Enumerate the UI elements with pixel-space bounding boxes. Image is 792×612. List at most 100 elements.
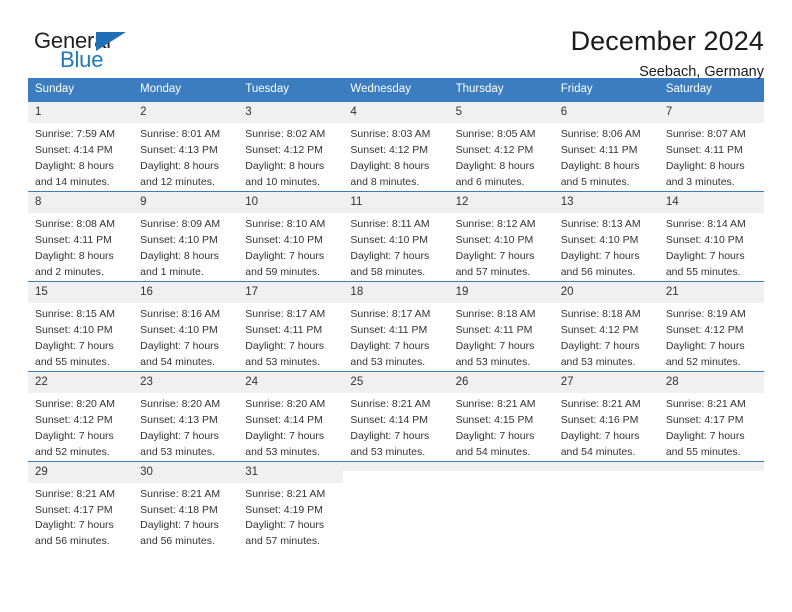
sunrise-time: Sunrise: 8:21 AM [350, 397, 431, 410]
calendar-grid: Sunday Monday Tuesday Wednesday Thursday… [28, 78, 764, 551]
daylight-duration-line2: and 14 minutes. [35, 175, 110, 188]
daylight-duration-line1: Daylight: 8 hours [350, 159, 430, 172]
calendar-day-cell[interactable]: 9 Sunrise: 8:09 AM Sunset: 4:10 PM Daylight… [133, 190, 239, 282]
calendar-day-cell[interactable]: 2 Sunrise: 8:01 AM Sunset: 4:13 PM Daylight… [133, 101, 239, 192]
calendar-day-cell[interactable]: 27 Sunrise: 8:21 AM Sunset: 4:16 PM Dayligh… [553, 370, 659, 461]
weekday-header-wednesday: Wednesday [343, 78, 449, 102]
sunset-time: Sunset: 4:16 PM [560, 413, 639, 426]
day-details: Sunrise: 8:06 AM Sunset: 4:11 PM Daylight:… [554, 123, 659, 191]
calendar-day-cell[interactable]: 6 Sunrise: 8:06 AM Sunset: 4:11 PM Daylight… [553, 101, 659, 192]
daylight-duration-line1: Daylight: 7 hours [350, 249, 430, 262]
sunrise-time: Sunrise: 8:17 AM [245, 307, 326, 320]
calendar-day-cell[interactable]: 15 Sunrise: 8:15 AM Sunset: 4:10 PM Dayligh… [28, 280, 134, 372]
sunset-time: Sunset: 4:15 PM [455, 413, 534, 426]
day-number: 31 [238, 461, 344, 483]
day-number: 24 [238, 371, 344, 393]
sunset-time: Sunset: 4:11 PM [245, 323, 323, 336]
day-number: 18 [343, 281, 449, 303]
calendar-day-cell[interactable]: 31 Sunrise: 8:21 AM Sunset: 4:19 PM Dayligh… [238, 460, 344, 551]
day-number: 21 [658, 281, 764, 303]
sunset-time: Sunset: 4:19 PM [245, 503, 323, 516]
calendar-day-cell-empty [553, 460, 659, 551]
day-details: Sunrise: 8:21 AM Sunset: 4:14 PM Daylight:… [343, 393, 448, 461]
sunrise-time: Sunrise: 8:21 AM [455, 397, 536, 410]
daylight-duration-line1: Daylight: 8 hours [455, 159, 535, 172]
calendar-day-cell[interactable]: 22 Sunrise: 8:20 AM Sunset: 4:12 PM Dayligh… [28, 370, 134, 461]
sunset-time: Sunset: 4:12 PM [35, 413, 113, 426]
day-details: Sunrise: 8:11 AM Sunset: 4:10 PM Daylight:… [343, 213, 448, 281]
daylight-duration-line1: Daylight: 7 hours [140, 339, 219, 352]
calendar-day-cell[interactable]: 12 Sunrise: 8:12 AM Sunset: 4:10 PM Dayligh… [448, 190, 554, 282]
calendar-day-cell[interactable]: 16 Sunrise: 8:16 AM Sunset: 4:10 PM Dayligh… [133, 280, 239, 372]
sunset-time: Sunset: 4:10 PM [560, 233, 639, 246]
daylight-duration-line2: and 2 minutes. [35, 265, 104, 278]
calendar-day-cell[interactable]: 29 Sunrise: 8:21 AM Sunset: 4:17 PM Dayligh… [28, 460, 134, 551]
daylight-duration-line2: and 53 minutes. [560, 355, 636, 368]
calendar-day-cell[interactable]: 13 Sunrise: 8:13 AM Sunset: 4:10 PM Dayligh… [553, 190, 659, 282]
calendar-day-cell[interactable]: 4 Sunrise: 8:03 AM Sunset: 4:12 PM Daylight… [343, 101, 449, 192]
sunrise-time: Sunrise: 8:07 AM [665, 128, 746, 141]
calendar-day-cell[interactable]: 3 Sunrise: 8:02 AM Sunset: 4:12 PM Daylight… [238, 101, 344, 192]
sunset-time: Sunset: 4:14 PM [350, 413, 429, 426]
daylight-duration-line2: and 56 minutes. [140, 535, 215, 548]
sunrise-time: Sunrise: 8:21 AM [245, 487, 326, 500]
sunrise-time: Sunrise: 8:20 AM [140, 397, 221, 410]
calendar-day-cell[interactable]: 28 Sunrise: 8:21 AM Sunset: 4:17 PM Dayligh… [658, 370, 764, 461]
daylight-duration-line1: Daylight: 7 hours [35, 339, 114, 352]
day-details: Sunrise: 8:08 AM Sunset: 4:11 PM Daylight:… [28, 213, 133, 281]
calendar-day-cell[interactable]: 5 Sunrise: 8:05 AM Sunset: 4:12 PM Daylight… [448, 101, 554, 192]
daylight-duration-line1: Daylight: 8 hours [35, 159, 114, 172]
day-number: 16 [133, 281, 239, 303]
sunset-time: Sunset: 4:10 PM [140, 323, 218, 336]
calendar-day-cell[interactable]: 1 Sunrise: 7:59 AM Sunset: 4:14 PM Daylight… [28, 101, 134, 192]
weekday-header-friday: Friday [553, 78, 659, 102]
calendar-day-cell[interactable]: 8 Sunrise: 8:08 AM Sunset: 4:11 PM Daylight… [28, 190, 134, 282]
calendar-day-cell[interactable]: 30 Sunrise: 8:21 AM Sunset: 4:18 PM Dayligh… [133, 460, 239, 551]
day-number: 7 [658, 102, 764, 124]
daylight-duration-line1: Daylight: 7 hours [140, 519, 219, 532]
daylight-duration-line1: Daylight: 7 hours [35, 429, 114, 442]
calendar-day-cell[interactable]: 24 Sunrise: 8:20 AM Sunset: 4:14 PM Dayligh… [238, 370, 344, 461]
sunset-time: Sunset: 4:12 PM [245, 144, 323, 157]
day-number: 3 [238, 102, 344, 124]
calendar-day-cell[interactable]: 25 Sunrise: 8:21 AM Sunset: 4:14 PM Dayligh… [343, 370, 449, 461]
daylight-duration-line1: Daylight: 7 hours [665, 429, 745, 442]
calendar-day-cell[interactable]: 18 Sunrise: 8:17 AM Sunset: 4:11 PM Dayligh… [343, 280, 449, 372]
sunset-time: Sunset: 4:10 PM [245, 233, 323, 246]
calendar-day-cell[interactable]: 21 Sunrise: 8:19 AM Sunset: 4:12 PM Dayligh… [658, 280, 764, 372]
calendar-day-cell[interactable]: 17 Sunrise: 8:17 AM Sunset: 4:11 PM Dayligh… [238, 280, 344, 372]
calendar-week-row: 29 Sunrise: 8:21 AM Sunset: 4:17 PM Dayligh… [28, 460, 764, 551]
daylight-duration-line1: Daylight: 7 hours [560, 429, 640, 442]
calendar-day-cell[interactable]: 7 Sunrise: 8:07 AM Sunset: 4:11 PM Daylight… [658, 101, 764, 192]
calendar-day-cell[interactable]: 19 Sunrise: 8:18 AM Sunset: 4:11 PM Dayligh… [448, 280, 554, 372]
daylight-duration-line2: and 6 minutes. [455, 175, 525, 188]
day-number: 25 [343, 371, 449, 393]
sunrise-time: Sunrise: 8:21 AM [35, 487, 115, 500]
day-number: 22 [28, 371, 134, 393]
calendar-day-cell[interactable]: 11 Sunrise: 8:11 AM Sunset: 4:10 PM Dayligh… [343, 190, 449, 282]
calendar-day-cell-empty [658, 460, 764, 551]
daylight-duration-line1: Daylight: 7 hours [140, 429, 219, 442]
calendar-day-cell[interactable]: 20 Sunrise: 8:18 AM Sunset: 4:12 PM Dayligh… [553, 280, 659, 372]
daylight-duration-line2: and 53 minutes. [350, 355, 426, 368]
sunrise-time: Sunrise: 8:21 AM [560, 397, 641, 410]
sunset-time: Sunset: 4:12 PM [455, 144, 534, 157]
daylight-duration-line2: and 55 minutes. [35, 355, 110, 368]
daylight-duration-line2: and 10 minutes. [245, 175, 320, 188]
sunset-time: Sunset: 4:17 PM [665, 413, 744, 426]
day-number: 4 [343, 102, 449, 124]
sunrise-time: Sunrise: 8:20 AM [35, 397, 115, 410]
calendar-day-cell[interactable]: 14 Sunrise: 8:14 AM Sunset: 4:10 PM Dayligh… [658, 190, 764, 282]
sunrise-time: Sunrise: 8:03 AM [350, 128, 431, 141]
day-number: 13 [553, 191, 659, 213]
calendar-day-cell[interactable]: 10 Sunrise: 8:10 AM Sunset: 4:10 PM Dayligh… [238, 190, 344, 282]
sunset-time: Sunset: 4:12 PM [350, 144, 429, 157]
sunrise-time: Sunrise: 8:17 AM [350, 307, 431, 320]
calendar-day-cell[interactable]: 23 Sunrise: 8:20 AM Sunset: 4:13 PM Dayligh… [133, 370, 239, 461]
day-number: 19 [448, 281, 554, 303]
weekday-header-monday: Monday [133, 78, 239, 102]
calendar-day-cell[interactable]: 26 Sunrise: 8:21 AM Sunset: 4:15 PM Dayligh… [448, 370, 554, 461]
generalblue-logo[interactable]: General Blue [28, 26, 168, 76]
logo-text-blue: Blue [60, 47, 104, 72]
day-details: Sunrise: 8:14 AM Sunset: 4:10 PM Daylight:… [659, 213, 764, 281]
